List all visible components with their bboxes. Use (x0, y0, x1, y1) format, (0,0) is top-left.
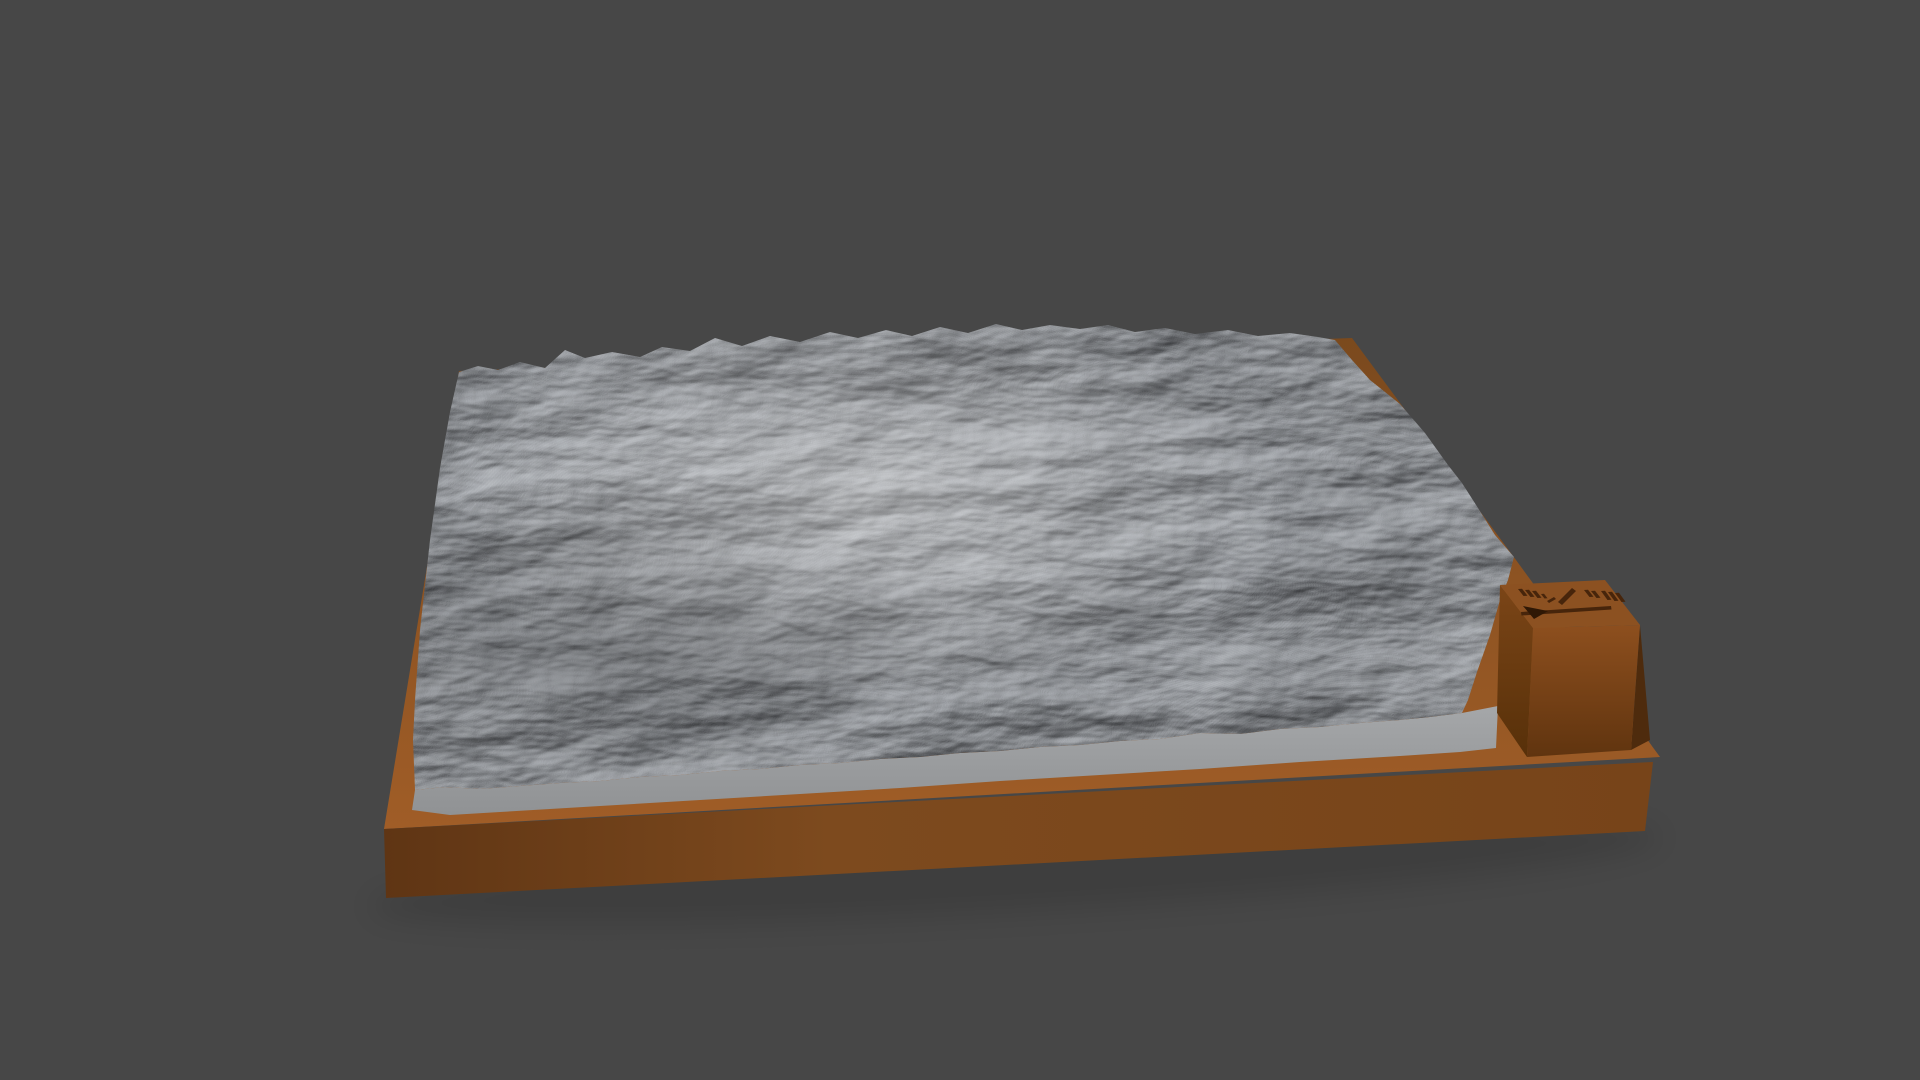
render-viewport: Gray 3D terrain relief model mounted on … (0, 0, 1920, 1080)
block-front-face (1527, 625, 1640, 757)
render-canvas: Gray 3D terrain relief model mounted on … (0, 0, 1920, 1080)
